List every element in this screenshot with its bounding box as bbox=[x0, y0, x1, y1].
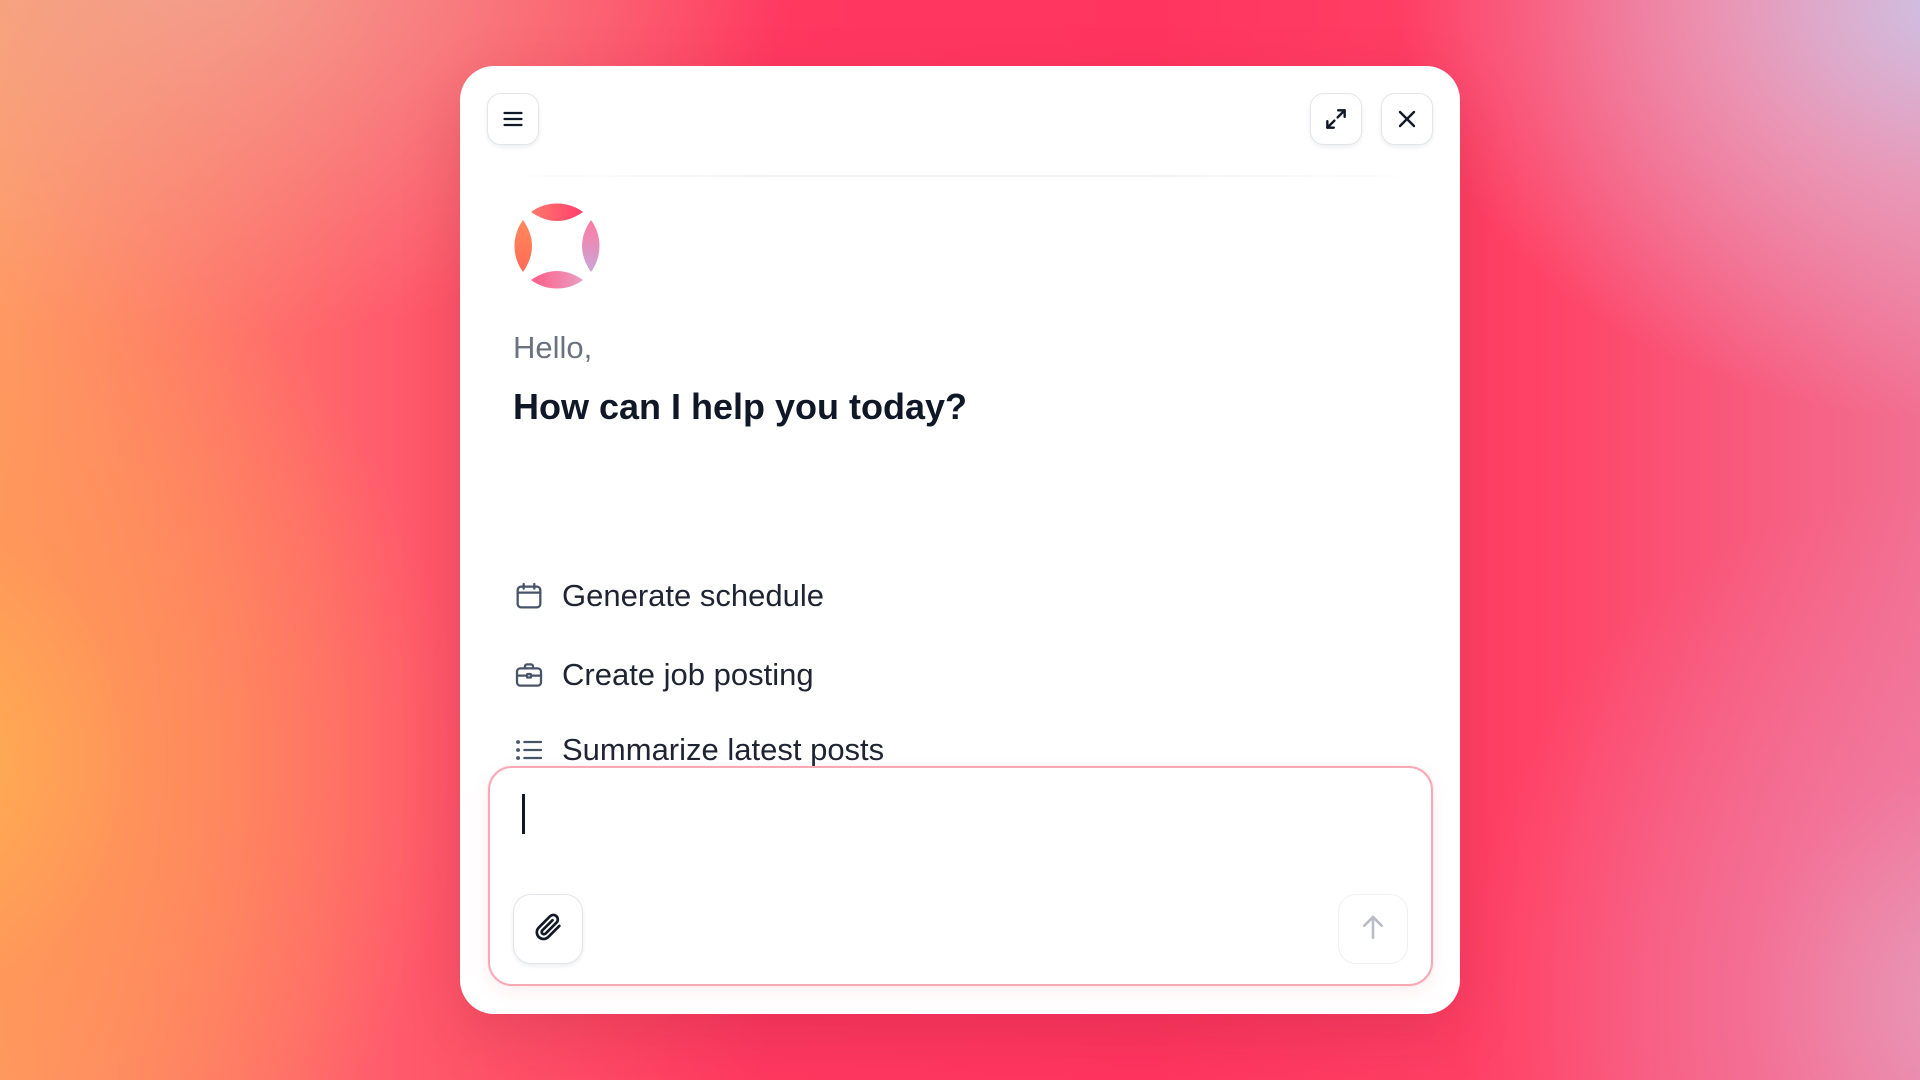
arrow-up-icon bbox=[1357, 911, 1389, 948]
paperclip-icon bbox=[532, 911, 564, 948]
suggestion-generate-schedule[interactable]: Generate schedule bbox=[512, 578, 824, 614]
expand-arrows-icon bbox=[1323, 106, 1349, 132]
suggestion-label: Create job posting bbox=[562, 657, 814, 692]
send-button[interactable] bbox=[1338, 894, 1408, 964]
suggestion-label: Generate schedule bbox=[562, 578, 824, 613]
suggestion-create-job-posting[interactable]: Create job posting bbox=[512, 657, 814, 693]
assistant-logo bbox=[512, 201, 602, 291]
header-divider bbox=[490, 175, 1430, 177]
close-button[interactable] bbox=[1381, 93, 1433, 145]
hamburger-menu-icon bbox=[501, 107, 525, 131]
message-composer bbox=[488, 766, 1433, 986]
greeting-text: Hello, bbox=[513, 330, 593, 365]
calendar-icon bbox=[512, 579, 546, 613]
assistant-panel: Hello, How can I help you today? Generat… bbox=[460, 66, 1460, 1014]
expand-button[interactable] bbox=[1310, 93, 1362, 145]
suggestion-label: Summarize latest posts bbox=[562, 732, 885, 767]
attach-button[interactable] bbox=[513, 894, 583, 964]
message-input[interactable] bbox=[520, 792, 1404, 844]
text-caret bbox=[522, 794, 525, 834]
menu-button[interactable] bbox=[487, 93, 539, 145]
close-x-icon bbox=[1395, 107, 1419, 131]
suggestion-summarize-latest-posts[interactable]: Summarize latest posts bbox=[512, 732, 884, 768]
briefcase-icon bbox=[512, 658, 546, 692]
list-icon bbox=[512, 733, 546, 767]
headline-text: How can I help you today? bbox=[513, 386, 968, 427]
